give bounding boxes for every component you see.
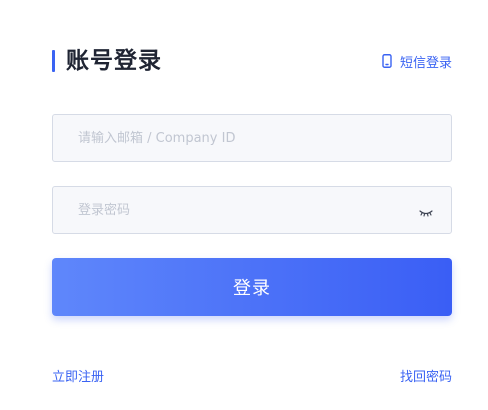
mobile-phone-icon (382, 54, 392, 68)
title-accent-bar (52, 50, 55, 72)
account-input[interactable] (53, 115, 451, 161)
eye-closed-icon[interactable] (419, 204, 433, 217)
login-button[interactable]: 登录 (52, 258, 452, 316)
register-link[interactable]: 立即注册 (52, 369, 104, 387)
forgot-password-link[interactable]: 找回密码 (400, 369, 452, 387)
account-field (52, 114, 452, 162)
password-field (52, 186, 452, 234)
sms-login-label: 短信登录 (399, 55, 452, 71)
password-input[interactable] (53, 187, 451, 233)
login-header: 账号登录 短信登录 (52, 46, 452, 76)
page-title: 账号登录 (66, 48, 162, 74)
sms-login-link[interactable]: 短信登录 (382, 52, 452, 71)
login-panel: 账号登录 短信登录 登录 立即注册 找回密码 (0, 0, 488, 410)
